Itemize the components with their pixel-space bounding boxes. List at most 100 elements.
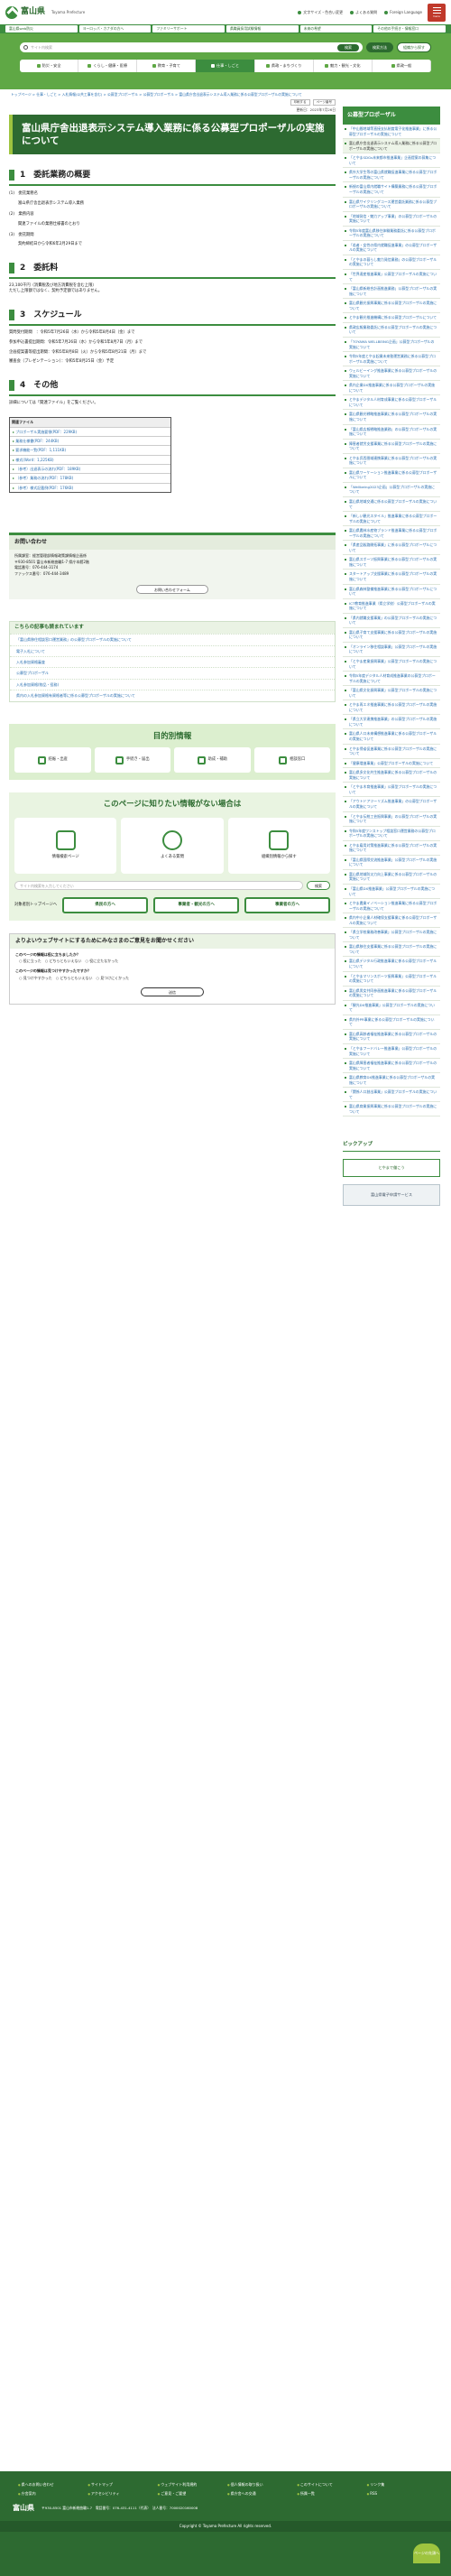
- footer-link[interactable]: サイトマップ: [87, 2482, 153, 2487]
- footer-link[interactable]: リンク集: [367, 2482, 433, 2487]
- footer-link[interactable]: 県へのお問い合わせ: [18, 2482, 84, 2487]
- quick-link[interactable]: ファミリーサポート: [152, 25, 226, 32]
- bottom-search-input[interactable]: サイト内検索を入力してください: [14, 880, 303, 890]
- sidebar-link[interactable]: とやま帰省促進事業に係る公募型プロポーザルの実施について: [343, 745, 440, 759]
- sidebar-link[interactable]: とやま呉西圏域連携事業に係る公募型プロポーザルの実施について: [343, 454, 440, 468]
- footer-link[interactable]: 県庁舎への交通: [227, 2491, 293, 2496]
- nav-item-culture[interactable]: 魅力・観光・文化: [314, 60, 373, 72]
- sidebar-link[interactable]: 富山県障害者福祉推進事業に係る公募型プロポーザルの実施について: [343, 1059, 440, 1074]
- sidebar-link[interactable]: 富山県ワーケーション推進事業に係る公募型プロポーザルについて: [343, 468, 440, 483]
- sidebar-link[interactable]: 富山県観光戦略推進事業に係る公募型プロポーザルの実施について: [343, 410, 440, 425]
- sidebar-link[interactable]: 富山県高齢者福祉推進事業に係る公募型プロポーザルの実施について: [343, 1030, 440, 1044]
- sidebar-link[interactable]: ウェルビーイング推進事業に係る公募型プロポーザルの実施について: [343, 366, 440, 382]
- sidebar-link[interactable]: 「とやまSDGs未来都市推進事業」企画提案の募集について: [343, 153, 440, 169]
- survey-options[interactable]: ○ 見つけやすかった ○ どちらともいえない ○ 見つけにくかった: [10, 974, 335, 982]
- sidebar-link[interactable]: 障害者就労支援事業に係る公募型プロポーザルの実施について: [343, 440, 440, 454]
- related-link[interactable]: 入札参加資格審査: [10, 656, 335, 667]
- breadcrumb[interactable]: トップページ > 仕事・しごと > 入札情報(公共工事を含む) > 公募型プロポ…: [0, 89, 451, 99]
- sidebar-link[interactable]: とやま観光推進機構に係る公募型プロポーザルについて: [343, 313, 440, 323]
- purpose-item[interactable]: 助成・補助: [174, 747, 251, 774]
- sidebar-link[interactable]: 「富山県広報戦略推進業務」の公募型プロポーザルの実施について: [343, 425, 440, 440]
- menu-button[interactable]: menu: [428, 3, 446, 22]
- target-residents-button[interactable]: 県民の方へ: [62, 896, 149, 913]
- quick-link[interactable]: 未来の希望: [299, 25, 373, 32]
- file-link[interactable]: （参考）出退表示の流れ(PDF：189KB): [10, 464, 170, 473]
- nav-item-gov[interactable]: 県政一般: [373, 60, 431, 72]
- sidebar-link[interactable]: 「富山県文化振興事業」公募型プロポーザルの実施について: [343, 686, 440, 701]
- sidebar-link[interactable]: 「Wellbeing2023企画」公募型プロポーザルの実施について: [343, 483, 440, 497]
- quick-link[interactable]: ヨーロッパ・カナダの方へ: [78, 25, 152, 32]
- search-button[interactable]: 検索: [337, 43, 359, 51]
- sidebar-link[interactable]: 「健康増進事業」公募型プロポーザルの実施について: [343, 759, 440, 769]
- footer-link[interactable]: RSS: [367, 2491, 433, 2496]
- related-link[interactable]: 「富山県移住相談窓口運営業務」の公募型プロポーザルの実施について: [10, 634, 335, 644]
- header-link-language[interactable]: Foreign Language: [384, 10, 422, 14]
- related-link[interactable]: 公募型プロポーザル: [10, 667, 335, 678]
- sidebar-link[interactable]: 富山県スポーツ振興事業に係る公募型プロポーザルの実施について: [343, 555, 440, 570]
- sidebar-link[interactable]: 「とやまマリンスポーツ振興事業」公募型プロポーザルの実施について: [343, 972, 440, 987]
- page-id-button[interactable]: ページ番号: [312, 99, 336, 106]
- org-card[interactable]: 組織別情報から探す: [227, 817, 330, 874]
- sidebar-link[interactable]: 「県産品販路開拓事業」に係る公募型プロポーザルについて: [343, 541, 440, 556]
- purpose-item[interactable]: 手続き・届出: [94, 747, 170, 774]
- sidebar-link[interactable]: とやまデジタル人材育成事業に係る公募型プロポーザルについて: [343, 395, 440, 411]
- sidebar-link[interactable]: 「とやま伝統工芸振興事業」の公募型プロポーザルの実施について: [343, 812, 440, 827]
- sidebar-link[interactable]: 「富山県国際交流推進事業」公募型プロポーザルの実施について: [343, 856, 440, 870]
- sidebar-link[interactable]: 「とやま産業振興事業」公募型プロポーザルの実施について: [343, 657, 440, 672]
- related-link[interactable]: 電子入札について: [10, 644, 335, 656]
- sidebar-link[interactable]: 「県立大学連携推進事業」の公募型プロポーザルの実施について: [343, 715, 440, 730]
- footer-link[interactable]: このサイトについて: [297, 2482, 363, 2487]
- nav-item-safety[interactable]: 防災・安全: [20, 60, 79, 72]
- print-button[interactable]: 印刷する: [290, 99, 310, 106]
- sidebar-link[interactable]: 「オンライン移住相談事業」公募型プロポーザルの実施について: [343, 643, 440, 658]
- sidebar-link[interactable]: 「若者・女性の県内就職促進事業」の公募型プロポーザルの実施について: [343, 241, 440, 255]
- search-input[interactable]: サイト内検索: [31, 45, 335, 50]
- sidebar-link[interactable]: 「とやま木育推進事業」公募型プロポーザルの実施について: [343, 783, 440, 798]
- sidebar-link[interactable]: 富山県地域交通に係る公募型プロポーザルの実施について: [343, 497, 440, 513]
- sidebar-link[interactable]: 県内企業DX推進事業に係る公募型プロポーザルの実施について: [343, 381, 440, 396]
- sidebar-link[interactable]: ICT教育推進事業（県立学校）公募型プロポーザルの実施について: [343, 599, 440, 614]
- file-link[interactable]: プロポーザル実施要領(PDF：229KB): [10, 426, 170, 436]
- sidebar-link[interactable]: 「地域発信・魅力アップ事業」の公募型プロポーザルの実施について: [343, 212, 440, 227]
- sidebar-link[interactable]: 県政広報業務委託に係る公募型プロポーザルの実施について: [343, 323, 440, 338]
- sidebar-link[interactable]: 富山県男女共同参画推進事業に係る公募型プロポーザルの実施について: [343, 987, 440, 1001]
- sidebar-link[interactable]: 富山県移住支援事業に係る公募型プロポーザルの実施について: [343, 942, 440, 958]
- sidebar-link[interactable]: 「県立学校業務改善事業」公募型プロポーザルの実施について: [343, 928, 440, 943]
- file-link[interactable]: （参考）様式記載例(PDF：176KB): [10, 482, 170, 492]
- footer-link[interactable]: 個人情報の取り扱い: [227, 2482, 293, 2487]
- file-link[interactable]: 様式(Word：1,225KB): [10, 454, 170, 464]
- sidebar-link[interactable]: 県内外PR事業に係る公募型プロポーザルの実施について: [343, 1015, 440, 1030]
- nav-item-work[interactable]: 仕事・しごと: [196, 60, 255, 72]
- bottom-search-button[interactable]: 検索: [307, 880, 330, 890]
- sidebar-link[interactable]: 「とやまフードバレー推進事業」公募型プロポーザルの実施について: [343, 1044, 440, 1060]
- file-link[interactable]: 要求機能一覧(PDF：1,111KB): [10, 445, 170, 454]
- sidebar-link[interactable]: 富山県農林水産物ブランド推進事業に係る公募型プロポーザルの実施について: [343, 526, 440, 542]
- search-method-button[interactable]: 検索方法: [366, 42, 393, 52]
- header-link-fontsize[interactable]: 文字サイズ・色合い変更: [298, 10, 343, 14]
- footer-link[interactable]: ご意見・ご要望: [158, 2491, 224, 2496]
- footer-link[interactable]: 所属一覧: [297, 2491, 363, 2496]
- sidebar-link[interactable]: 「観光DX推進事業」公募型プロポーザルの実施について: [343, 1001, 440, 1015]
- sidebar-link[interactable]: とやま再エネ推進事業に係る公募型プロポーザルの実施について: [343, 700, 440, 716]
- related-link[interactable]: 県内の入札参加資格有資格者等に係る公募型プロポーザルの実施について: [10, 690, 335, 700]
- related-link[interactable]: 入札参加資格(物品・役務): [10, 678, 335, 690]
- sidebar-link[interactable]: 富山県庁舎出退表示システム導入業務に係る公募型プロポーザルの実施について: [343, 139, 440, 154]
- purpose-item[interactable]: 妊娠・出産: [14, 747, 91, 774]
- sidebar-link[interactable]: 富山県子育て支援事業に係る公募型プロポーザルの実施について: [343, 628, 440, 643]
- sidebar-link[interactable]: とやま雇用対策推進事業に係る公募型プロポーザルの実施について: [343, 841, 440, 856]
- target-visitors-button[interactable]: 事業者・観光の方へ: [153, 896, 240, 913]
- sidebar-link[interactable]: 「アウトドアツーリズム推進事業」の公募型プロポーザルの実施について: [343, 797, 440, 812]
- sidebar-link[interactable]: 「新しい観光スタイル」推進事業に係る公募型プロポーザルの実施について: [343, 512, 440, 527]
- sidebar-link[interactable]: 令和5年度富山県移住体験業務委託に係る公募型プロポーザルの実施について: [343, 227, 440, 241]
- faq-card[interactable]: よくある質問: [121, 817, 224, 874]
- sidebar-link[interactable]: 県外大学生等の富山県就職促進事業に係る公募型プロポーザルの実施について: [343, 168, 440, 183]
- sidebar-link[interactable]: 「富山県DX推進事業」公募型プロポーザルの実施について: [343, 885, 440, 900]
- sidebar-link[interactable]: 富山県商業振興事業に係る公募型プロポーザルの実施について: [343, 1102, 440, 1117]
- contact-form-button[interactable]: お問い合わせフォーム: [136, 584, 208, 594]
- file-link[interactable]: （参考）業務の流れ(PDF：178KB): [10, 473, 170, 482]
- footer-link[interactable]: アクセシビリティ: [87, 2491, 153, 2496]
- footer-link[interactable]: 庁舎案内: [18, 2491, 84, 2496]
- sidebar-link[interactable]: 富山県人口未来構想推進事業に係る公募型プロポーザルの実施について: [343, 729, 440, 745]
- footer-link[interactable]: ウェブサイト利用規約: [158, 2482, 224, 2487]
- sidebar-link[interactable]: 富山県デジタル行政推進事業に係る公募型プロポーザルについて: [343, 957, 440, 972]
